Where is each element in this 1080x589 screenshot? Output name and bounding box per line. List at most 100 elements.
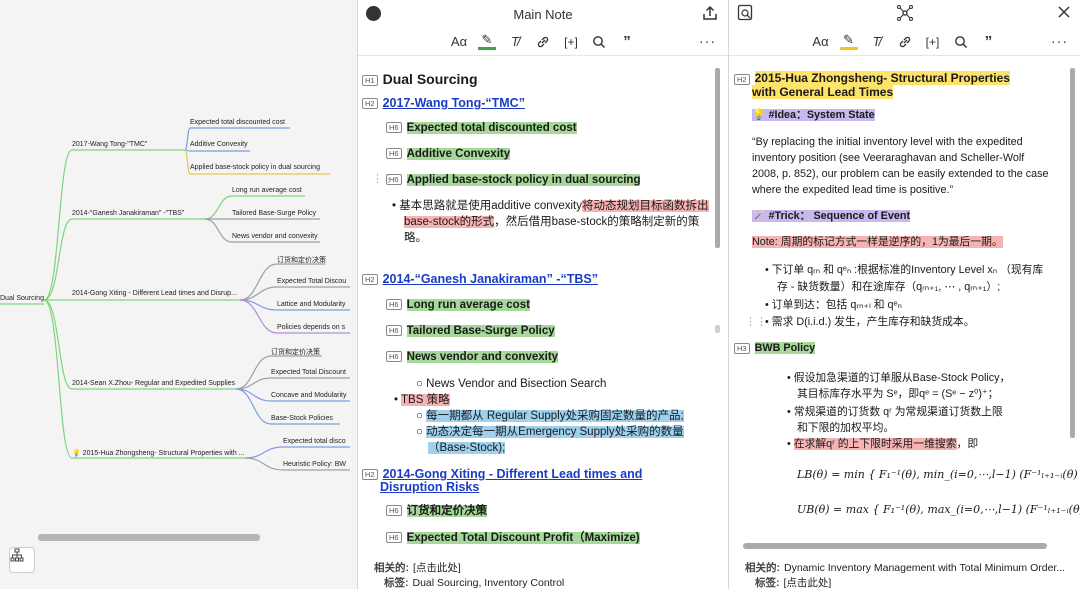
- more-options-icon[interactable]: ···: [1051, 33, 1068, 49]
- insert-icon[interactable]: [+]: [562, 33, 580, 51]
- mindmap-leaf[interactable]: Applied base-stock policy in dual sourci…: [190, 164, 320, 171]
- heading-expected-cost: Expected total discounted cost: [406, 122, 577, 134]
- mindmap-branch-5[interactable]: 💡 2015-Hua Zhongsheng- Structural Proper…: [72, 449, 245, 457]
- heading-level-badge: H6: [386, 148, 402, 160]
- heading-level-badge: H2: [734, 73, 750, 85]
- heading-ganesh[interactable]: 2014-“Ganesh Janakiraman” -“TBS”: [383, 272, 598, 286]
- quote-icon[interactable]: ”: [980, 33, 998, 51]
- mindmap-leaf[interactable]: 订货和定价决策: [277, 255, 326, 265]
- clear-format-icon[interactable]: T̸: [506, 33, 524, 51]
- heading-additive-convexity: Additive Convexity: [406, 148, 511, 160]
- heading-hua-zhongsheng-cont: with General Lead Times: [752, 85, 894, 99]
- mindmap-leaf[interactable]: Heuristic Policy: BW: [283, 461, 346, 468]
- main-note-header: Main Note: [358, 0, 728, 28]
- close-icon[interactable]: [1057, 5, 1071, 22]
- mindmap-leaf[interactable]: Expected Total Discou: [277, 278, 346, 285]
- mindmap-leaf[interactable]: Expected Total Discount: [271, 369, 346, 376]
- list-item-continued: 其目标库存水平为 Sᵉ，即qᵉ = (Sᵉ − z⁰)⁺；: [797, 388, 999, 400]
- mindmap-leaf[interactable]: Tailored Base-Surge Policy: [232, 210, 316, 217]
- app-icon[interactable]: [366, 6, 381, 21]
- quote-icon[interactable]: ”: [618, 33, 636, 51]
- mindmap-leaf[interactable]: Expected total discounted cost: [190, 119, 285, 126]
- mindmap-leaf[interactable]: Expected total disco: [283, 438, 346, 445]
- mindmap-root[interactable]: Dual Sourcing: [0, 295, 44, 302]
- list-item-continued: 存 - 缺货数量）和在途库存（qᵣₙ₊₁, ⋯ , qᵣₙ₊₁）;: [777, 281, 1001, 293]
- heading-dual-sourcing: Dual Sourcing: [382, 71, 478, 87]
- font-style-icon[interactable]: Aα: [450, 33, 468, 51]
- tags-value[interactable]: Dual Sourcing, Inventory Control: [413, 577, 565, 589]
- list-item: ○ 每一期都从 Regular Supply处采购固定数量的产品;: [416, 410, 684, 422]
- highlighter-icon[interactable]: ✎: [839, 32, 858, 50]
- mindmap-leaf[interactable]: 订货和定价决策: [271, 347, 320, 357]
- list-item: • 订单到达：包括 qᵣₙ₊ₗ 和 qᵉₙ: [765, 299, 902, 311]
- list-item: • TBS 策略: [394, 394, 450, 406]
- list-item: • 需求 D(i.i.d.) 发生，产生库存和缺货成本。: [765, 316, 975, 328]
- heading-level-badge: H6: [386, 122, 402, 134]
- insert-icon[interactable]: [+]: [924, 33, 942, 51]
- link-icon[interactable]: [896, 33, 914, 51]
- mindmap-connector: [239, 286, 350, 301]
- heading-level-badge: H6: [386, 299, 402, 311]
- mindmap-branch-4[interactable]: 2014-Sean X.Zhou- Regular and Expedited …: [72, 380, 235, 387]
- mindmap-leaf[interactable]: Long run average cost: [232, 187, 302, 194]
- mindmap-leaf[interactable]: News vendor and convexity: [232, 233, 318, 240]
- pdf-search-icon[interactable]: [737, 4, 755, 25]
- mindmap-panel[interactable]: Dual Sourcing 2017-Wang Tong-"TMC" Expec…: [0, 0, 357, 589]
- list-item: • 下订单 qᵣₙ 和 qᵉₙ :根据标准的Inventory Level xₙ…: [765, 264, 1044, 276]
- mindmap-horizontal-scrollbar[interactable]: [38, 534, 260, 541]
- main-note-scrollbar[interactable]: [715, 68, 720, 248]
- mindmap-connector: [43, 149, 185, 301]
- quote-text: inventory position (see Veeraraghavan an…: [752, 152, 1025, 164]
- heading-long-run-cost: Long run average cost: [406, 299, 530, 311]
- mindmap-network-icon[interactable]: [896, 4, 914, 25]
- main-note-scroll-arrow[interactable]: [715, 325, 720, 333]
- list-item: ○ News Vendor and Bisection Search: [416, 378, 607, 390]
- list-item: • 常规渠道的订货数 qʳ 为常规渠道订货数上限: [787, 406, 1003, 418]
- list-item-continued: base-stock的形式，然后借用base-stock的策略制定新的策: [404, 216, 700, 228]
- trick-callout: 🪄 #Trick： Sequence of Event: [752, 210, 911, 222]
- heading-wang-tong[interactable]: 2017-Wang Tong-“TMC”: [383, 96, 525, 110]
- side-note-scrollbar[interactable]: [1070, 68, 1075, 438]
- mindmap-leaf[interactable]: Base-Stock Policies: [271, 415, 333, 422]
- mindmap-leaf[interactable]: Concave and Modularity: [271, 392, 347, 399]
- mindmap-branch-1[interactable]: 2017-Wang Tong-"TMC": [72, 141, 147, 148]
- related-link[interactable]: [点击此处]: [413, 562, 461, 574]
- related-link[interactable]: Dynamic Inventory Management with Total …: [784, 562, 1065, 574]
- heading-newsvendor: News vendor and convexity: [406, 351, 559, 363]
- drag-handle-icon[interactable]: ⋮⋮: [745, 315, 767, 331]
- quote-text: 2008, p. 852), our problem can be easily…: [752, 168, 1049, 180]
- tags-value[interactable]: [点击此处]: [784, 577, 832, 589]
- list-item-continued: （Base-Stock);: [428, 442, 506, 454]
- layout-toggle-button[interactable]: [9, 547, 35, 573]
- main-note-title: Main Note: [513, 6, 573, 22]
- heading-gong-xiting-cont[interactable]: Disruption Risks: [380, 480, 479, 494]
- idea-callout: 💡 #Idea：System State: [752, 109, 875, 121]
- side-note-horizontal-scrollbar[interactable]: [743, 543, 1047, 549]
- side-note-footer: 相关的: Dynamic Inventory Management with To…: [745, 562, 1066, 589]
- equation-lb: LB(θ) = min { F₁⁻¹(θ), min_(i=0,⋯,l−1) (…: [797, 468, 1080, 481]
- clear-format-icon[interactable]: T̸: [868, 33, 886, 51]
- mindmap-leaf[interactable]: Policies depends on s: [277, 324, 345, 331]
- mindmap-branch-2[interactable]: 2014-"Ganesh Janakiraman" -"TBS": [72, 210, 184, 217]
- heading-level-badge: H6: [386, 532, 402, 544]
- heading-level-badge: H3: [734, 342, 750, 354]
- heading-level-badge: H6: [386, 505, 402, 517]
- font-style-icon[interactable]: Aα: [812, 33, 830, 51]
- quote-text: “By replacing the initial inventory leve…: [752, 136, 1023, 148]
- side-note-header: [729, 0, 1080, 28]
- more-options-icon[interactable]: ···: [699, 33, 716, 49]
- side-note-toolbar: Aα ✎ T̸ [+] ”: [729, 28, 1080, 56]
- link-icon[interactable]: [534, 33, 552, 51]
- heading-hua-zhongsheng: 2015-Hua Zhongsheng- Structural Properti…: [754, 71, 1010, 85]
- mindmap-branch-3[interactable]: 2014-Gong Xiting - Different Lead times …: [72, 290, 237, 297]
- mindmap-leaf[interactable]: Lattice and Modularity: [277, 301, 345, 308]
- share-icon[interactable]: [702, 5, 718, 24]
- heading-level-badge: H6: [386, 351, 402, 363]
- search-icon[interactable]: [590, 33, 608, 51]
- main-note-toolbar: Aα ✎ T̸ [+] ”: [358, 28, 728, 56]
- highlighter-icon[interactable]: ✎: [478, 32, 496, 50]
- list-item: ○ 动态决定每一期从Emergency Supply处采购的数量: [416, 426, 684, 438]
- list-item: • 基本思路就是使用additive convexity将动态规划目标函数拆出: [392, 200, 709, 212]
- search-icon[interactable]: [952, 33, 970, 51]
- mindmap-leaf[interactable]: Additive Convexity: [190, 141, 248, 148]
